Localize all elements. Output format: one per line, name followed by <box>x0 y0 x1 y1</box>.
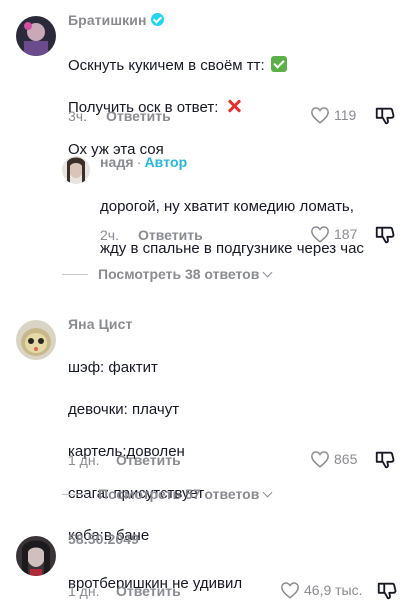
avatar[interactable] <box>16 16 56 56</box>
author-label: Автор <box>144 154 188 170</box>
like-count: 46,9 тыс. <box>304 582 363 598</box>
dislike-icon <box>375 451 395 469</box>
like-count: 119 <box>334 107 357 123</box>
dislike-button[interactable] <box>374 224 396 246</box>
reply-button[interactable]: Ответить <box>116 583 181 599</box>
view-replies-button[interactable]: Посмотреть 57 ответов <box>62 486 273 502</box>
cross-emoji-icon <box>226 98 242 114</box>
comment-username[interactable]: Яна Цист <box>68 316 132 332</box>
like-count: 865 <box>334 451 358 467</box>
comment-time: 1 дн. <box>68 583 100 599</box>
heart-outline-icon <box>311 451 329 468</box>
dislike-icon <box>375 107 395 125</box>
comment-username[interactable]: 58.50.2049 <box>68 531 139 547</box>
dislike-button[interactable] <box>374 449 396 471</box>
like-button[interactable]: 187 <box>310 225 357 243</box>
dislike-button[interactable] <box>374 105 396 127</box>
heart-outline-icon <box>281 582 299 599</box>
like-button[interactable]: 46,9 тыс. <box>280 581 363 599</box>
like-button[interactable]: 119 <box>310 106 356 124</box>
comment-time: 2ч. <box>100 227 119 243</box>
chevron-down-icon <box>262 267 273 277</box>
comment-time: 1 дн. <box>68 452 100 468</box>
comment-time: 3ч. <box>68 108 87 124</box>
like-button[interactable]: 865 <box>310 450 357 468</box>
like-count: 187 <box>334 226 358 242</box>
check-emoji-icon <box>270 56 287 72</box>
dislike-icon <box>375 226 395 244</box>
comment-username[interactable]: надя · Автор <box>100 154 187 170</box>
dislike-icon <box>377 582 397 600</box>
heart-outline-icon <box>311 226 329 243</box>
avatar[interactable] <box>16 320 56 360</box>
reply-button[interactable]: Ответить <box>138 227 203 243</box>
avatar[interactable] <box>62 156 90 184</box>
verified-badge-icon <box>150 13 164 26</box>
comment-username[interactable]: Братишкин <box>68 12 164 28</box>
chevron-down-icon <box>262 487 273 497</box>
dislike-button[interactable] <box>376 580 398 602</box>
heart-outline-icon <box>311 107 329 124</box>
reply-button[interactable]: Ответить <box>116 452 181 468</box>
view-replies-button[interactable]: Посмотреть 38 ответов <box>62 266 273 282</box>
reply-button[interactable]: Ответить <box>106 108 171 124</box>
avatar[interactable] <box>16 536 56 576</box>
